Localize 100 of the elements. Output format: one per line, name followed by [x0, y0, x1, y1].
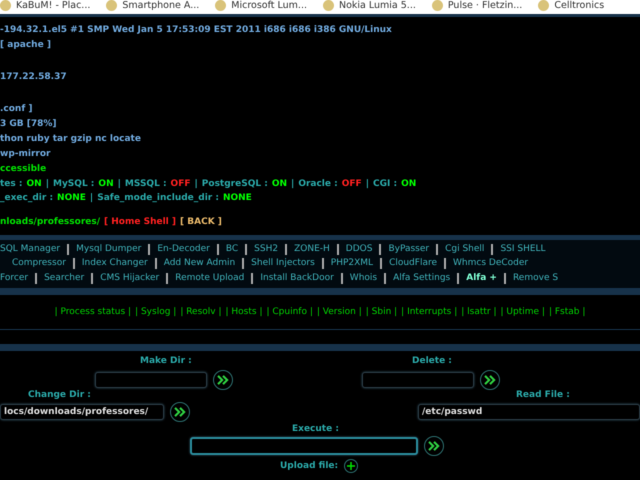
field-label: Execute : [292, 424, 339, 434]
field-label: Upload file: [280, 460, 338, 470]
bookmark[interactable]: Nokia Lumia 5... [338, 0, 416, 10]
bookmark-favicon-icon [538, 0, 550, 11]
menu-link[interactable]: SSH2 [247, 244, 288, 255]
bookmark[interactable]: Microsoft Lum... [231, 0, 307, 10]
system-info-line: 3 GB [78%] [0, 118, 58, 131]
menu-link[interactable]: PHP2XML [324, 258, 382, 270]
menu-link[interactable]: Shell Injectors [244, 258, 324, 270]
menu-link[interactable]: Whois [342, 272, 386, 284]
service-label: MSSQL : [124, 178, 167, 191]
access-status: ccessible [0, 163, 48, 176]
service-status: OFF [342, 178, 362, 191]
menu-link[interactable]: Alfa + [459, 272, 506, 284]
menu-link[interactable]: Remove S [506, 272, 558, 284]
execute-field[interactable] [190, 436, 418, 454]
menu-link[interactable]: ZONE-H [287, 244, 339, 255]
menu-link[interactable]: Searcher [37, 272, 94, 284]
go-button[interactable] [213, 370, 233, 390]
plus-icon [347, 462, 356, 470]
system-info-line: .conf ] [0, 103, 34, 116]
add-button[interactable] [344, 458, 358, 472]
menu-link[interactable]: SQL Manager [0, 244, 70, 255]
current-path: nloads/professores/ [0, 216, 100, 229]
bookmark[interactable]: Celltronics [554, 0, 604, 10]
setting-value: NONE [222, 192, 252, 205]
menu-link[interactable]: Cgi Shell [438, 244, 494, 255]
separator: | [46, 178, 49, 191]
separator: | [90, 192, 94, 205]
tool-link[interactable]: | Resolv | [180, 306, 222, 316]
menu-link[interactable]: Whmcs DeCoder [446, 258, 528, 270]
double-chevron-icon [484, 374, 496, 384]
tool-link[interactable]: | lsattr | [461, 306, 497, 316]
menu-link[interactable]: Install BackDoor [253, 272, 343, 284]
service-label: PostgreSQL : [202, 178, 268, 191]
bookmark[interactable]: Smartphone A... [122, 0, 200, 10]
service-status: ON [98, 178, 114, 191]
bookmark-favicon-icon [322, 0, 334, 11]
double-chevron-icon [217, 374, 229, 384]
service-status: ON [272, 178, 288, 191]
double-chevron-icon [428, 440, 440, 450]
menu-link[interactable]: Alfa Settings [386, 272, 460, 284]
menu-link[interactable]: BC [218, 244, 248, 255]
system-info-line: wp-mirror [0, 148, 52, 161]
tool-link[interactable]: | Cpuinfo | [266, 306, 313, 316]
service-status: OFF [170, 178, 190, 191]
system-info-line: thon ruby tar gzip nc locate [0, 133, 142, 146]
menu-link[interactable]: Compressor [12, 258, 75, 270]
make-dir-field[interactable] [95, 372, 207, 388]
change-dir-field[interactable]: locs/downloads/professores/ [0, 404, 164, 420]
setting-value: NONE [57, 192, 86, 205]
service-label: tes : [0, 178, 22, 191]
bookmark-favicon-icon [0, 0, 11, 11]
tool-link[interactable]: | Uptime | [500, 306, 545, 316]
bookmark[interactable]: Pulse · Fletzin... [448, 0, 522, 10]
field-label: Read File : [516, 390, 570, 400]
tool-link[interactable]: | Fstab | [548, 306, 586, 316]
bookmark-favicon-icon [215, 0, 226, 11]
menu-link[interactable]: Add New Admin [156, 258, 244, 270]
system-info-line: 177.22.58.37 [0, 71, 68, 84]
go-button[interactable] [424, 436, 444, 456]
service-status: ON [26, 178, 42, 191]
system-info-line: [ apache ] [0, 39, 52, 52]
tool-link[interactable]: | Hosts | [226, 306, 262, 316]
service-label: CGI : [372, 178, 398, 191]
bookmark-favicon-icon [106, 0, 118, 11]
tool-link[interactable]: | Interrupts | [401, 306, 458, 316]
tool-link[interactable]: | Sbin | [366, 306, 398, 316]
separator: | [194, 178, 198, 191]
menu-link[interactable]: SSI SHELL [493, 244, 546, 255]
bookmark[interactable]: KaBuM! - Plac... [16, 0, 90, 10]
menu-link[interactable]: Index Changer [74, 258, 157, 270]
menu-link[interactable]: DDOS [338, 244, 382, 255]
home-shell-link[interactable]: [ Home Shell ] [104, 215, 176, 229]
service-status: ON [401, 178, 416, 191]
service-label: MySQL : [52, 178, 94, 191]
tool-link[interactable]: | Process status | [54, 306, 132, 316]
menu-link[interactable]: Mysql Dumper [69, 244, 150, 255]
menu-link[interactable]: Forcer [0, 272, 38, 284]
setting-label: _exec_dir : [0, 192, 54, 205]
service-label: Oracle : [298, 178, 338, 191]
delete-field[interactable] [362, 372, 474, 388]
menu-link[interactable]: Remote Upload [168, 272, 254, 284]
tool-link[interactable]: | Version | [316, 306, 362, 316]
read-file-field[interactable]: /etc/passwd [418, 404, 640, 420]
back-link[interactable]: [ BACK ] [180, 215, 222, 229]
separator: | [291, 178, 294, 191]
field-label: Make Dir : [140, 356, 192, 366]
go-button[interactable] [480, 370, 500, 390]
separator: | [118, 178, 121, 191]
tool-link[interactable]: | Syslog | [135, 306, 176, 316]
go-button[interactable] [170, 402, 190, 422]
bookmark-favicon-icon [432, 0, 443, 11]
menu-link[interactable]: CloudFlare [382, 258, 446, 270]
menu-link[interactable]: ByPasser [381, 244, 438, 255]
menu-link[interactable]: En-Decoder [150, 244, 219, 255]
double-chevron-icon [174, 406, 186, 416]
menu-link[interactable]: CMS Hijacker [93, 272, 168, 284]
separator: | [366, 178, 369, 191]
field-label: Delete : [412, 356, 452, 366]
